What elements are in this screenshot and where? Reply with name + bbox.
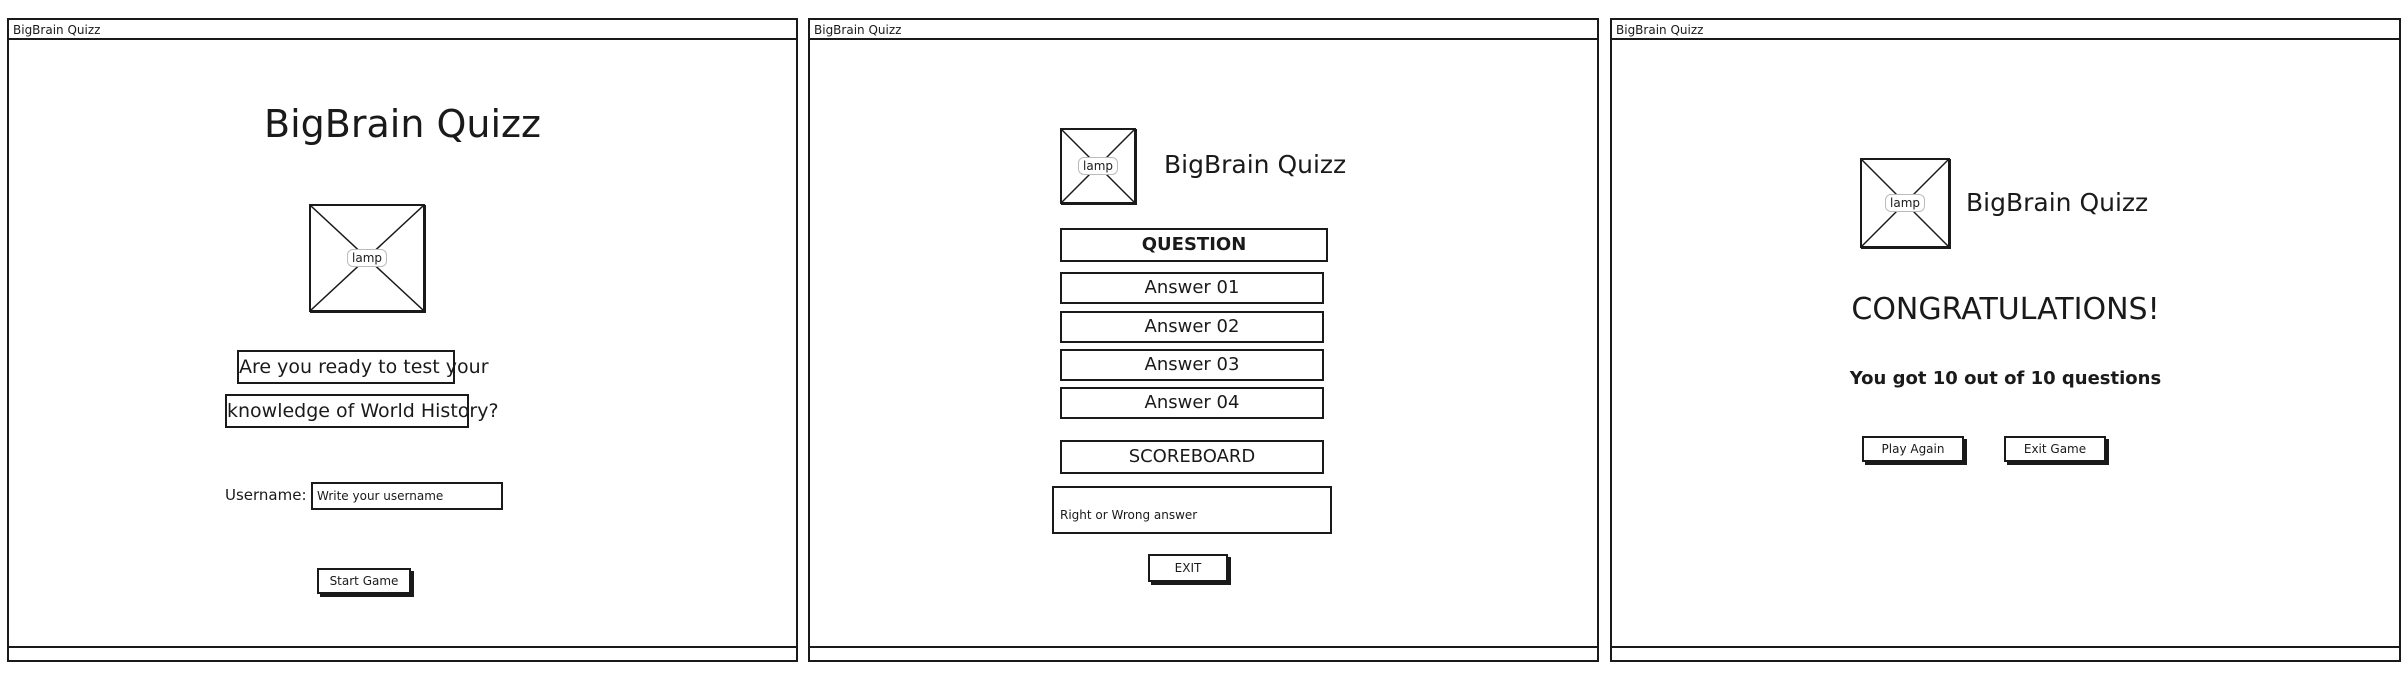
image-label: lamp [1078,157,1118,175]
intro-text-line-1: Are you ready to test your [237,350,489,384]
welcome-screen-window: BigBrain Quizz BigBrain Quizz lamp Are y… [7,18,798,662]
answer-option-1[interactable]: Answer 01 [1060,272,1324,304]
brand-title: BigBrain Quizz [1164,150,1347,179]
result-screen-window: BigBrain Quizz lamp BigBrain Quizz CONGR… [1610,18,2401,662]
congratulations-heading: CONGRATULATIONS! [1851,292,2160,327]
app-heading: BigBrain Quizz [264,102,541,146]
window-title: BigBrain Quizz [9,20,796,40]
brand-title: BigBrain Quizz [1966,188,2149,217]
intro-text-line-2: knowledge of World History? [225,394,499,428]
image-label: lamp [1885,194,1925,212]
question-screen-window: BigBrain Quizz lamp BigBrain Quizz QUEST… [808,18,1599,662]
question-box: QUESTION [1060,228,1328,262]
start-game-button[interactable]: Start Game [317,568,411,594]
answer-option-2[interactable]: Answer 02 [1060,311,1324,343]
answer-option-3[interactable]: Answer 03 [1060,349,1324,381]
window-title: BigBrain Quizz [810,20,1597,40]
score-summary: You got 10 out of 10 questions [1849,368,2162,389]
answer-option-4[interactable]: Answer 04 [1060,387,1324,419]
lamp-image-placeholder: lamp [1860,158,1950,248]
exit-game-button[interactable]: Exit Game [2004,436,2106,462]
username-input[interactable]: Write your username [311,482,503,510]
exit-button[interactable]: EXIT [1148,554,1228,582]
username-label: Username: [225,486,307,504]
scoreboard-box: SCOREBOARD [1060,440,1324,474]
answer-feedback-box: Right or Wrong answer [1052,486,1332,534]
lamp-image-placeholder: lamp [309,204,425,312]
window-bottom-bar [1612,646,2399,660]
window-bottom-bar [810,646,1597,660]
image-label: lamp [347,249,387,267]
play-again-button[interactable]: Play Again [1862,436,1964,462]
lamp-image-placeholder: lamp [1060,128,1136,204]
window-bottom-bar [9,646,796,660]
window-title: BigBrain Quizz [1612,20,2399,40]
